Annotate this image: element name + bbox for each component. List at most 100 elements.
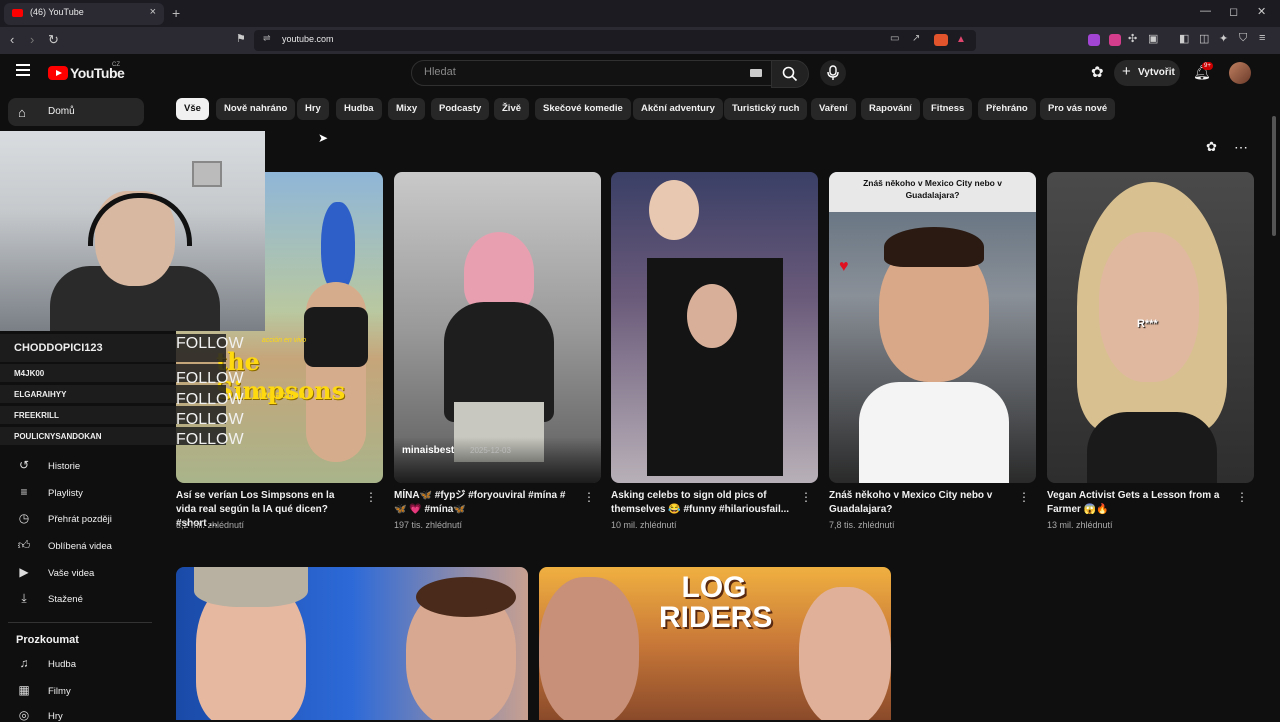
- music-icon: ♫: [19, 656, 29, 670]
- reload-icon[interactable]: ↻: [48, 32, 59, 48]
- follow-overlay: CHODDOPICI123 FOLLOW M4JK00 FOLLOW ELGARAIHY…: [0, 334, 244, 448]
- chip[interactable]: Rapování: [861, 98, 920, 120]
- create-button[interactable]: + Vytvořit: [1114, 60, 1180, 86]
- chip[interactable]: Akční adventury: [633, 98, 723, 120]
- chip[interactable]: Nově nahráno: [216, 98, 296, 120]
- search-button[interactable]: [771, 60, 809, 88]
- minimize-button[interactable]: —: [1200, 5, 1211, 17]
- chip[interactable]: Turistický ruch: [724, 98, 808, 120]
- brave-shield-icon[interactable]: [934, 34, 948, 46]
- username: FREEKRILL: [14, 411, 59, 420]
- brave-rewards-icon[interactable]: ▲: [956, 34, 966, 45]
- more-options-icon[interactable]: ⋮: [1236, 490, 1248, 504]
- browser-menu-icon[interactable]: ≡: [1259, 32, 1265, 44]
- chip[interactable]: Podcasty: [431, 98, 490, 120]
- new-tab-button[interactable]: +: [172, 5, 180, 21]
- sidebar-item-label: Přehrát později: [48, 514, 112, 525]
- download-icon: ⤓: [21, 591, 27, 605]
- video-thumbnail[interactable]: [611, 172, 818, 483]
- video-title[interactable]: MÍNA🦋 #fypジ #foryouviral #mína #🦋 💗 #mín…: [394, 489, 574, 517]
- video-title[interactable]: Vegan Activist Gets a Lesson from a Farm…: [1047, 489, 1227, 517]
- video-thumbnail[interactable]: R***: [1047, 172, 1254, 483]
- chip[interactable]: Pro vás nové: [1040, 98, 1116, 120]
- extension-icon[interactable]: [1088, 34, 1100, 46]
- browser-tab[interactable]: (46) YouTube ×: [4, 3, 164, 25]
- vpn-icon[interactable]: ⛉: [1239, 32, 1247, 45]
- avatar[interactable]: [1229, 62, 1251, 84]
- video-thumbnail[interactable]: minaisbest 2025-12-03: [394, 172, 601, 483]
- wall-picture: [192, 161, 222, 187]
- notification-badge: 9+: [1202, 62, 1213, 70]
- username: POULICNYSANDOKAN: [14, 432, 102, 441]
- mic-icon: [827, 65, 839, 80]
- follow-button[interactable]: FOLLOW: [176, 431, 244, 449]
- face: [799, 587, 891, 720]
- chip[interactable]: Hudba: [336, 98, 382, 120]
- home-icon: ⌂: [18, 105, 26, 120]
- face: [539, 577, 639, 720]
- hamburger-menu-icon[interactable]: [16, 64, 30, 79]
- username: M4JK00: [14, 369, 45, 378]
- video-title[interactable]: Asking celebs to sign old pics of themse…: [611, 489, 791, 517]
- chip[interactable]: Mixy: [388, 98, 426, 120]
- marge-hair: [321, 202, 355, 292]
- search-input[interactable]: Hledat: [411, 60, 773, 86]
- tab-title: (46) YouTube: [30, 7, 84, 17]
- window-close-button[interactable]: ✕: [1257, 5, 1266, 18]
- keyboard-icon[interactable]: [750, 69, 762, 77]
- follow-button[interactable]: FOLLOW: [176, 335, 244, 353]
- face: [687, 284, 737, 348]
- face: [1099, 232, 1199, 382]
- chip[interactable]: Živě: [494, 98, 530, 120]
- chip[interactable]: Vaření: [811, 98, 856, 120]
- youtube-favicon-icon: [12, 9, 23, 17]
- chip[interactable]: Přehráno: [978, 98, 1036, 120]
- address-bar[interactable]: ⇌ youtube.com ▭ ↗ ▲: [254, 30, 976, 51]
- share-icon[interactable]: ↗: [912, 33, 920, 44]
- sidebar-item-home[interactable]: ⌂ Domů: [8, 98, 144, 126]
- voice-search-button[interactable]: [820, 60, 846, 86]
- cast-icon[interactable]: ▭: [890, 33, 899, 44]
- hair: [416, 577, 516, 617]
- tab-close-icon[interactable]: ×: [150, 6, 156, 18]
- video-thumbnail[interactable]: LOG RIDERS: [539, 567, 891, 720]
- chip[interactable]: Skečové komedie: [535, 98, 631, 120]
- more-options-icon[interactable]: ⋮: [1018, 490, 1030, 504]
- more-options-icon[interactable]: ⋮: [583, 490, 595, 504]
- site-info-icon[interactable]: ⇌: [263, 33, 271, 44]
- video-title[interactable]: Znáš někoho v Mexico City nebo v Guadala…: [829, 489, 1009, 517]
- search-icon: [782, 66, 798, 82]
- shorts-icon[interactable]: ✿: [1206, 139, 1217, 155]
- video-thumbnail[interactable]: Znáš někoho v Mexico City nebo v Guadala…: [829, 172, 1036, 483]
- chip[interactable]: Hry: [297, 98, 329, 120]
- bookmark-icon[interactable]: ⚑: [236, 32, 246, 45]
- hair: [194, 567, 308, 607]
- scrollbar[interactable]: [1272, 116, 1276, 236]
- extension-icon[interactable]: [1109, 34, 1121, 46]
- sidebar-toggle-icon[interactable]: ◧: [1179, 32, 1189, 45]
- wallet-icon[interactable]: ◫: [1199, 32, 1209, 45]
- chip[interactable]: Vše: [176, 98, 209, 120]
- studio-icon[interactable]: ✿: [1091, 63, 1104, 81]
- username: CHODDOPICI123: [14, 342, 103, 354]
- back-icon[interactable]: ‹: [10, 32, 14, 47]
- extensions-puzzle-icon[interactable]: ✣: [1128, 32, 1137, 45]
- video-views: 197 tis. zhlédnutí: [394, 520, 463, 530]
- more-options-icon[interactable]: ⋮: [365, 490, 377, 504]
- search-placeholder: Hledat: [424, 66, 456, 78]
- maximize-button[interactable]: ◻: [1229, 5, 1238, 18]
- forward-icon[interactable]: ›: [30, 32, 34, 47]
- sidebar-item-label: Oblíbená videa: [48, 541, 112, 552]
- chip[interactable]: Fitness: [923, 98, 973, 120]
- browser-tab-bar: (46) YouTube × + — ◻ ✕: [0, 0, 1280, 27]
- leo-ai-icon[interactable]: ✦: [1219, 32, 1228, 45]
- sidebar-item-label: Hry: [48, 711, 63, 722]
- gradient: [394, 437, 601, 483]
- more-options-icon[interactable]: ⋮: [800, 490, 812, 504]
- youtube-logo-icon[interactable]: [48, 66, 68, 80]
- video-thumbnail[interactable]: [176, 567, 528, 720]
- tab-search-icon[interactable]: ▣: [1148, 32, 1158, 45]
- mouse-cursor-icon: ➤: [318, 131, 329, 145]
- hair: [884, 227, 984, 267]
- more-options-icon[interactable]: ⋯: [1234, 139, 1248, 156]
